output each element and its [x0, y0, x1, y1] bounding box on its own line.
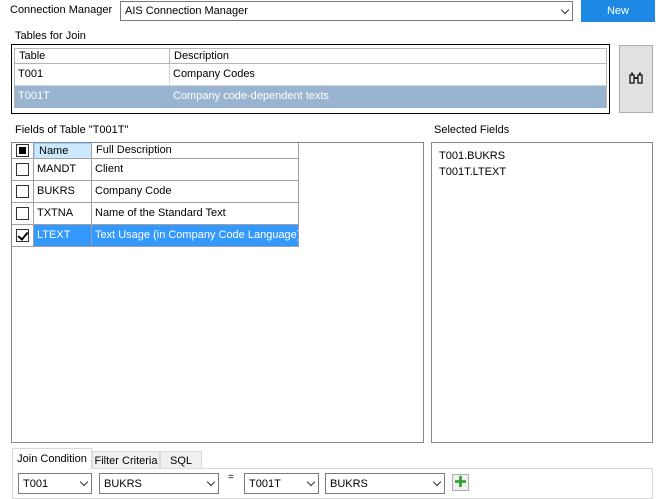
new-connection-button[interactable]: New	[581, 0, 655, 22]
plus-icon	[454, 475, 467, 491]
field-row[interactable]: BUKRS Company Code	[12, 181, 423, 203]
table-cell-description: Company Codes	[173, 68, 255, 80]
field-checkbox-cell[interactable]	[12, 203, 34, 225]
field-checkbox-cell[interactable]	[12, 159, 34, 181]
field-row-selected[interactable]: LTEXT Text Usage (in Company Code Langua…	[12, 225, 423, 247]
tables-for-join-grid: Table Description T001 Company Codes T00…	[11, 44, 610, 114]
selected-fields-list[interactable]: T001.BUKRS T001T.LTEXT	[431, 142, 653, 443]
field-checkbox-cell[interactable]	[12, 225, 34, 247]
column-header-name[interactable]: Name	[34, 143, 92, 159]
field-checkbox[interactable]	[16, 207, 29, 220]
field-description: Name of the Standard Text	[92, 203, 299, 225]
right-field-dropdown[interactable]: BUKRS	[325, 473, 445, 494]
field-name: MANDT	[34, 159, 92, 181]
tab-filter-criteria[interactable]: Filter Criteria	[92, 451, 160, 469]
column-header-full-description[interactable]: Full Description	[92, 143, 299, 159]
chevron-down-icon	[304, 474, 318, 493]
tables-for-join-label: Tables for Join	[15, 30, 86, 42]
right-field-value: BUKRS	[330, 477, 368, 490]
table-cell-name: T001T	[15, 86, 170, 108]
column-header-table[interactable]: Table	[15, 49, 170, 63]
left-table-value: T001	[23, 477, 49, 490]
tab-join-condition[interactable]: Join Condition	[12, 448, 92, 469]
right-table-dropdown[interactable]: T001T	[244, 473, 319, 494]
selected-fields-label: Selected Fields	[434, 124, 510, 136]
fields-grid: Name Full Description MANDT Client BUKRS…	[11, 142, 424, 443]
field-checkbox[interactable]	[16, 163, 29, 176]
connection-manager-value: AIS Connection Manager	[125, 5, 248, 17]
field-checkbox-cell[interactable]	[12, 181, 34, 203]
binoculars-icon	[629, 72, 643, 87]
left-table-dropdown[interactable]: T001	[18, 473, 92, 494]
field-description: Company Code	[92, 181, 299, 203]
tables-grid-header: Table Description	[15, 49, 606, 64]
fields-grid-header: Name Full Description	[12, 143, 423, 159]
field-name: TXTNA	[34, 203, 92, 225]
add-join-condition-button[interactable]	[452, 474, 469, 491]
field-row[interactable]: MANDT Client	[12, 159, 423, 181]
table-row-selected[interactable]: T001T Company code-dependent texts	[15, 86, 606, 108]
column-header-description[interactable]: Description	[170, 49, 606, 63]
join-operator: =	[228, 472, 234, 483]
list-item[interactable]: T001T.LTEXT	[439, 164, 652, 180]
connection-manager-dropdown[interactable]: AIS Connection Manager	[120, 1, 573, 21]
list-item[interactable]: T001.BUKRS	[439, 148, 652, 164]
select-all-checkbox[interactable]	[16, 144, 29, 157]
connection-manager-label: Connection Manager	[10, 4, 113, 16]
left-field-value: BUKRS	[104, 477, 142, 490]
field-checkbox-checked[interactable]	[16, 229, 29, 242]
field-row[interactable]: TXTNA Name of the Standard Text	[12, 203, 423, 225]
select-all-checkbox-cell[interactable]	[12, 143, 34, 159]
chevron-down-icon	[77, 474, 91, 493]
field-name: LTEXT	[34, 225, 92, 247]
right-table-value: T001T	[249, 477, 281, 490]
field-name: BUKRS	[34, 181, 92, 203]
field-checkbox[interactable]	[16, 185, 29, 198]
fields-of-table-label: Fields of Table "T001T"	[15, 124, 129, 136]
chevron-down-icon	[558, 2, 572, 20]
field-description: Client	[92, 159, 299, 181]
tab-sql[interactable]: SQL	[160, 451, 202, 469]
table-cell-name: T001	[15, 64, 170, 85]
table-cell-description: Company code-dependent texts	[173, 90, 329, 102]
chevron-down-icon	[204, 474, 218, 493]
table-row[interactable]: T001 Company Codes	[15, 64, 606, 86]
left-field-dropdown[interactable]: BUKRS	[99, 473, 219, 494]
search-tables-button[interactable]	[619, 45, 653, 113]
chevron-down-icon	[430, 474, 444, 493]
field-description: Text Usage (in Company Code Language)	[92, 225, 299, 247]
